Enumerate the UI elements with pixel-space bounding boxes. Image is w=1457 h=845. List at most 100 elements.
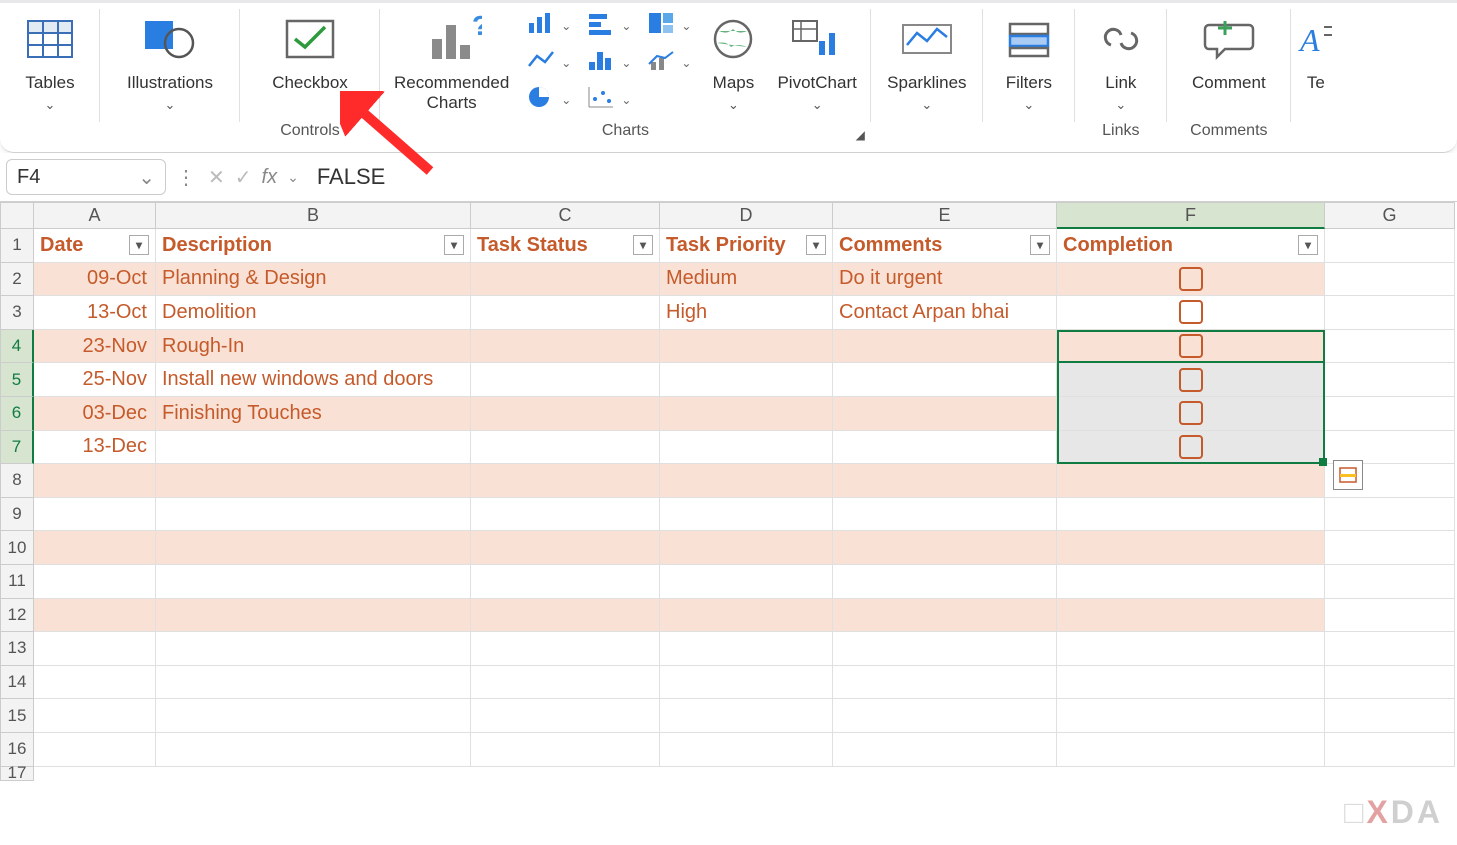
- cell-D12[interactable]: [660, 599, 833, 633]
- cell-D16[interactable]: [660, 733, 833, 767]
- cell-status[interactable]: [471, 363, 660, 397]
- column-header-A[interactable]: A: [34, 202, 156, 229]
- row-header-8[interactable]: 8: [0, 464, 34, 498]
- cell-B13[interactable]: [156, 632, 471, 666]
- cell-G9[interactable]: [1325, 498, 1455, 532]
- row-header-15[interactable]: 15: [0, 699, 34, 733]
- cell-description[interactable]: Install new windows and doors: [156, 363, 471, 397]
- cell-F14[interactable]: [1057, 666, 1325, 700]
- cell-date[interactable]: 25-Nov: [34, 363, 156, 397]
- checkbox-control[interactable]: [1179, 334, 1203, 358]
- cell-priority[interactable]: [660, 431, 833, 465]
- cell-A15[interactable]: [34, 699, 156, 733]
- row-header-2[interactable]: 2: [0, 263, 34, 297]
- fx-button[interactable]: fx: [262, 166, 278, 189]
- cell-G11[interactable]: [1325, 565, 1455, 599]
- row-header-4[interactable]: 4: [0, 330, 34, 364]
- row-header-10[interactable]: 10: [0, 531, 34, 565]
- cell-priority[interactable]: [660, 330, 833, 364]
- combo-chart-button[interactable]: ⌄: [643, 46, 695, 79]
- filter-dropdown-button[interactable]: ▾: [806, 235, 826, 255]
- column-header-F[interactable]: F: [1057, 202, 1325, 229]
- table-header-E[interactable]: Comments▾: [833, 229, 1057, 263]
- cell-D13[interactable]: [660, 632, 833, 666]
- cell-B10[interactable]: [156, 531, 471, 565]
- comment-button[interactable]: Comment: [1182, 3, 1276, 121]
- cell-completion[interactable]: [1057, 263, 1325, 297]
- cell-description[interactable]: [156, 431, 471, 465]
- cell-G13[interactable]: [1325, 632, 1455, 666]
- charts-dialog-launcher[interactable]: ◢: [856, 128, 865, 142]
- formula-input[interactable]: [311, 160, 1451, 194]
- cell-G6[interactable]: [1325, 397, 1455, 431]
- cell-C9[interactable]: [471, 498, 660, 532]
- row-header-6[interactable]: 6: [0, 397, 34, 431]
- checkbox-button[interactable]: Checkbox: [262, 3, 358, 121]
- checkbox-control[interactable]: [1179, 300, 1203, 324]
- cell-completion[interactable]: [1057, 431, 1325, 465]
- filter-dropdown-button[interactable]: ▾: [633, 235, 653, 255]
- cell-A16[interactable]: [34, 733, 156, 767]
- column-chart-button[interactable]: ⌄: [523, 9, 575, 42]
- select-all-corner[interactable]: [0, 202, 34, 229]
- row-header-17[interactable]: 17: [0, 767, 34, 781]
- cell-E13[interactable]: [833, 632, 1057, 666]
- cell-E10[interactable]: [833, 531, 1057, 565]
- cell-E8[interactable]: [833, 464, 1057, 498]
- pivotchart-button[interactable]: PivotChart ⌄: [767, 3, 866, 117]
- cell-A14[interactable]: [34, 666, 156, 700]
- cell-F8[interactable]: [1057, 464, 1325, 498]
- column-header-D[interactable]: D: [660, 202, 833, 229]
- cell-B12[interactable]: [156, 599, 471, 633]
- cell-status[interactable]: [471, 330, 660, 364]
- cell-C10[interactable]: [471, 531, 660, 565]
- filter-dropdown-button[interactable]: ▾: [444, 235, 464, 255]
- cell-F13[interactable]: [1057, 632, 1325, 666]
- column-header-G[interactable]: G: [1325, 202, 1455, 229]
- row-header-13[interactable]: 13: [0, 632, 34, 666]
- checkbox-control[interactable]: [1179, 267, 1203, 291]
- row-header-12[interactable]: 12: [0, 599, 34, 633]
- cell-G16[interactable]: [1325, 733, 1455, 767]
- cell-C8[interactable]: [471, 464, 660, 498]
- link-button[interactable]: Link ⌄: [1087, 3, 1155, 117]
- cell-date[interactable]: 23-Nov: [34, 330, 156, 364]
- row-header-9[interactable]: 9: [0, 498, 34, 532]
- cell-A13[interactable]: [34, 632, 156, 666]
- pie-chart-button[interactable]: ⌄: [523, 83, 575, 116]
- cell-G10[interactable]: [1325, 531, 1455, 565]
- cell-B16[interactable]: [156, 733, 471, 767]
- text-button[interactable]: A Te: [1286, 3, 1346, 97]
- row-header-7[interactable]: 7: [0, 431, 34, 465]
- illustrations-button[interactable]: Illustrations ⌄: [117, 3, 223, 117]
- cell-G15[interactable]: [1325, 699, 1455, 733]
- treemap-button[interactable]: ⌄: [643, 9, 695, 42]
- cell-A12[interactable]: [34, 599, 156, 633]
- table-header-C[interactable]: Task Status▾: [471, 229, 660, 263]
- cell-F9[interactable]: [1057, 498, 1325, 532]
- autofill-options-button[interactable]: [1333, 460, 1363, 490]
- cell-F16[interactable]: [1057, 733, 1325, 767]
- cell-status[interactable]: [471, 397, 660, 431]
- cell-completion[interactable]: [1057, 363, 1325, 397]
- cell-completion[interactable]: [1057, 296, 1325, 330]
- table-header-D[interactable]: Task Priority▾: [660, 229, 833, 263]
- cell-D8[interactable]: [660, 464, 833, 498]
- row-header-11[interactable]: 11: [0, 565, 34, 599]
- line-chart-button[interactable]: ⌄: [523, 46, 575, 79]
- cell-C14[interactable]: [471, 666, 660, 700]
- cell-E11[interactable]: [833, 565, 1057, 599]
- table-header-B[interactable]: Description▾: [156, 229, 471, 263]
- cell-G1[interactable]: [1325, 229, 1455, 263]
- cell-description[interactable]: Planning & Design: [156, 263, 471, 297]
- filter-dropdown-button[interactable]: ▾: [129, 235, 149, 255]
- cell-comments[interactable]: [833, 397, 1057, 431]
- filter-dropdown-button[interactable]: ▾: [1030, 235, 1050, 255]
- scatter-chart-button[interactable]: ⌄: [583, 83, 635, 116]
- cell-G3[interactable]: [1325, 296, 1455, 330]
- cell-date[interactable]: 13-Dec: [34, 431, 156, 465]
- sparklines-button[interactable]: Sparklines ⌄: [877, 3, 976, 117]
- cell-A9[interactable]: [34, 498, 156, 532]
- cell-comments[interactable]: [833, 330, 1057, 364]
- cell-G14[interactable]: [1325, 666, 1455, 700]
